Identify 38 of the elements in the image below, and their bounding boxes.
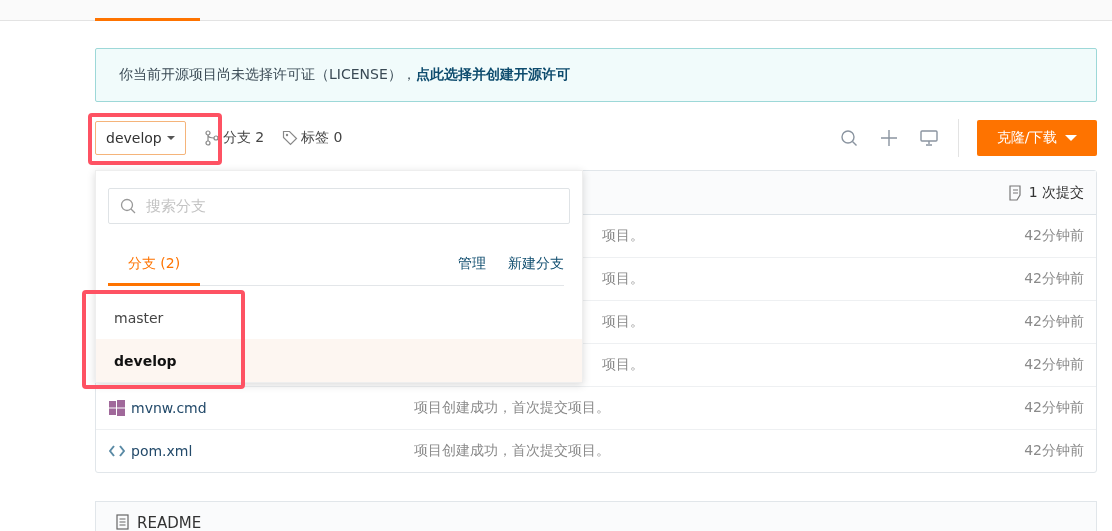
branch-icon [203, 130, 220, 146]
document-icon [1008, 184, 1023, 201]
branch-select-button[interactable]: develop [95, 121, 186, 155]
readme-title: README [137, 514, 202, 531]
create-license-link[interactable]: 点此选择并创建开源许可 [415, 66, 570, 84]
plus-icon[interactable] [880, 129, 898, 147]
monitor-icon[interactable] [920, 130, 938, 146]
branch-item[interactable]: develop [96, 339, 582, 382]
caret-icon [166, 136, 175, 140]
tags-count[interactable]: 标签 0 [282, 129, 343, 147]
commit-message: 项目创建成功，首次提交项目。 [414, 399, 610, 417]
document-icon [116, 514, 129, 530]
notice-text: 你当前开源项目尚未选择许可证（LICENSE）， [119, 66, 416, 84]
search-icon [120, 198, 136, 214]
windows-icon [109, 400, 125, 416]
commit-time: 42分钟前 [1024, 442, 1084, 460]
commit-time: 42分钟前 [1024, 227, 1084, 245]
file-name[interactable]: pom.xml [109, 443, 414, 459]
commit-message: 项目。 [602, 270, 644, 288]
search-icon[interactable] [840, 129, 858, 147]
branches-count[interactable]: 分支 2 [203, 129, 265, 147]
tag-icon [282, 130, 299, 146]
action-link[interactable]: 管理 [458, 255, 486, 285]
commit-message: 项目。 [602, 313, 644, 331]
commit-time: 42分钟前 [1024, 356, 1084, 374]
action-link[interactable]: 新建分支 [508, 255, 564, 285]
commit-message: 项目。 [602, 227, 644, 245]
commit-message: 项目。 [602, 356, 644, 374]
commit-time: 42分钟前 [1024, 270, 1084, 288]
commit-message: 项目创建成功，首次提交项目。 [414, 442, 610, 460]
file-name[interactable]: mvnw.cmd [109, 400, 414, 416]
commit-time: 42分钟前 [1024, 313, 1084, 331]
branch-item[interactable]: master [96, 296, 582, 339]
branch-search-field[interactable]: 搜索分支 [108, 188, 570, 224]
code-icon [109, 445, 125, 457]
commit-time: 42分钟前 [1024, 399, 1084, 417]
commit-count[interactable]: 1 次提交 [1008, 183, 1084, 202]
caret-icon [1065, 135, 1078, 141]
